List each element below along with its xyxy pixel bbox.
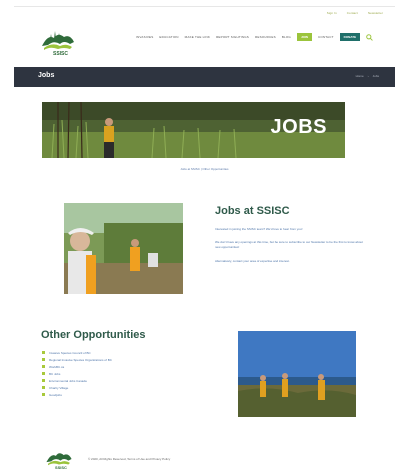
logo-mark: SSISC xyxy=(42,31,74,57)
bullet-icon xyxy=(42,379,45,382)
list-item: BC Jobs xyxy=(42,370,112,377)
bullet-icon xyxy=(42,386,45,389)
jobs-paragraph-3: Alternatively, contact your area of expe… xyxy=(215,259,290,263)
utility-link-contact[interactable]: Contact xyxy=(347,11,358,15)
lakeside-crew-photo xyxy=(238,331,356,417)
list-item: Environmental Jobs Canada xyxy=(42,377,112,384)
opportunities-photo xyxy=(238,331,356,417)
bullet-icon xyxy=(42,372,45,375)
donate-button[interactable]: Donate xyxy=(339,33,361,41)
utility-link-newsletter[interactable]: Newsletter xyxy=(368,11,383,15)
bullet-icon xyxy=(42,358,45,361)
site-logo[interactable]: SSISC xyxy=(40,28,76,57)
nav-item-invasives[interactable]: Invasives xyxy=(136,35,153,39)
footer-logo-mark: SSISC xyxy=(46,453,72,469)
list-item: Charity Village xyxy=(42,384,112,391)
page-title-bar: Jobs Home › Jobs xyxy=(14,67,395,87)
breadcrumb: Home › Jobs xyxy=(356,74,379,78)
hero-banner: JOBS xyxy=(42,102,345,158)
list-item: Invasive Species Council of BC xyxy=(42,349,112,356)
copyright-text: © 2020, All Rights Reserved, Terms of Us… xyxy=(88,457,171,461)
list-item: Regional Invasive Species Organizations … xyxy=(42,356,112,363)
page: Sign In Contact Newsletter SSISC Invasiv… xyxy=(14,6,395,469)
bullet-icon xyxy=(42,351,45,354)
list-item: WorkBC.ca xyxy=(42,363,112,370)
nav-item-make-the-link[interactable]: Make the Link xyxy=(185,35,210,39)
utility-links: Sign In Contact Newsletter xyxy=(327,11,383,15)
nav-item-education[interactable]: Education xyxy=(159,35,178,39)
svg-text:SSISC: SSISC xyxy=(55,465,67,469)
opportunity-link[interactable]: Goodjobs xyxy=(49,393,62,397)
nav-item-resources[interactable]: Resources xyxy=(255,35,276,39)
jobs-heading: Jobs at SSISC xyxy=(215,205,290,217)
main-nav: Invasives Education Make the Link Report… xyxy=(136,33,373,41)
opportunity-link[interactable]: BC Jobs xyxy=(49,372,60,376)
field-crew-photo xyxy=(64,203,183,294)
bullet-icon xyxy=(42,365,45,368)
svg-text:SSISC: SSISC xyxy=(53,51,68,56)
other-opportunities-heading: Other Opportunities xyxy=(41,329,146,341)
opportunity-link[interactable]: WorkBC.ca xyxy=(49,365,64,369)
hero-title: JOBS xyxy=(270,116,327,138)
footer-logo[interactable]: SSISC xyxy=(42,448,76,469)
join-button[interactable]: Join xyxy=(296,33,312,41)
nav-item-report-sightings[interactable]: Report Sightings xyxy=(216,35,249,39)
nav-item-blog[interactable]: Blog xyxy=(282,35,291,39)
breadcrumb-home[interactable]: Home xyxy=(356,74,364,78)
breadcrumb-current: Jobs xyxy=(372,74,379,78)
breadcrumb-separator: › xyxy=(367,74,369,78)
opportunity-link[interactable]: Invasive Species Council of BC xyxy=(49,351,91,355)
opportunity-link[interactable]: Charity Village xyxy=(49,386,68,390)
list-item: Goodjobs xyxy=(42,391,112,398)
page-title: Jobs xyxy=(38,72,55,79)
opportunity-link[interactable]: Regional Invasive Species Organizations … xyxy=(49,358,112,362)
nav-item-contact[interactable]: Contact xyxy=(318,35,334,39)
top-divider xyxy=(14,6,395,7)
utility-link-signin[interactable]: Sign In xyxy=(327,11,337,15)
search-icon[interactable] xyxy=(366,33,373,41)
bullet-icon xyxy=(42,393,45,396)
opportunities-list: Invasive Species Council of BC Regional … xyxy=(42,349,112,398)
jobs-paragraph-1: Interested in joining the SSISC team? We… xyxy=(215,227,303,231)
opportunity-link[interactable]: Environmental Jobs Canada xyxy=(49,379,87,383)
section-jump-links[interactable]: Jobs at SSISC | Other Opportunities xyxy=(14,167,395,171)
jobs-photo xyxy=(64,203,183,294)
jobs-paragraph-2: We don't have any openings at this time,… xyxy=(215,240,363,249)
